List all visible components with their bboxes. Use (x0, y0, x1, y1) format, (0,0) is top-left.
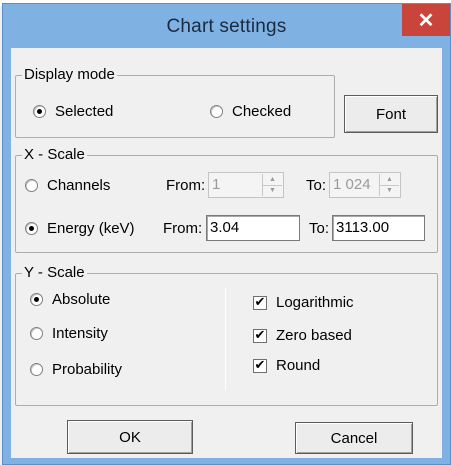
display-mode-group: Display mode Selected Checked (15, 66, 335, 138)
channels-from-spinner[interactable]: ▲ ▼ (262, 174, 282, 196)
ok-button[interactable]: OK (67, 420, 193, 454)
checkbox-logarithmic[interactable]: ✔ Logarithmic (253, 294, 354, 311)
channels-to-field[interactable]: 1 024 ▲ ▼ (329, 172, 401, 198)
cancel-button-label: Cancel (330, 429, 378, 447)
radio-probability-label: Probability (52, 361, 123, 378)
energy-to-field[interactable]: 3113.00 (332, 215, 425, 241)
radio-intensity[interactable]: Intensity (30, 325, 108, 342)
spin-up-icon[interactable]: ▲ (380, 174, 399, 185)
check-icon: ✔ (253, 294, 267, 310)
x-scale-legend: X - Scale (22, 146, 87, 164)
font-button[interactable]: Font (344, 95, 438, 133)
checkbox-round-label: Round (276, 357, 321, 374)
radio-channels[interactable]: Channels (25, 177, 110, 194)
radio-energy[interactable]: Energy (keV) (25, 220, 135, 237)
dialog-body: Display mode Selected Checked Font X - S… (11, 48, 442, 458)
radio-probability[interactable]: Probability (30, 361, 122, 378)
check-icon: ✔ (253, 357, 267, 373)
radio-absolute-label: Absolute (52, 291, 111, 308)
radio-intensity-label: Intensity (52, 325, 108, 342)
font-button-label: Font (375, 105, 406, 123)
close-icon: ✕ (417, 9, 435, 32)
radio-selected[interactable]: Selected (33, 103, 113, 120)
cancel-button[interactable]: Cancel (295, 422, 413, 454)
channels-to-value: 1 024 (333, 176, 371, 193)
channels-to-label: To: (306, 177, 327, 194)
ok-button-label: OK (119, 428, 141, 446)
y-scale-group: Y - Scale Absolute Intensity Probability… (15, 264, 438, 406)
radio-indicator (30, 363, 43, 376)
radio-energy-label: Energy (keV) (47, 220, 135, 237)
dialog-title: Chart settings (166, 16, 287, 37)
chart-settings-dialog: Chart settings ✕ Display mode Selected C… (2, 3, 451, 465)
checkbox-zero-based[interactable]: ✔ Zero based (253, 327, 352, 344)
radio-indicator (33, 105, 46, 118)
channels-to-spinner[interactable]: ▲ ▼ (379, 174, 399, 196)
radio-indicator (25, 179, 38, 192)
checkbox-zero-based-label: Zero based (276, 327, 352, 344)
energy-from-field[interactable]: 3.04 (206, 215, 300, 241)
radio-channels-label: Channels (47, 177, 111, 194)
radio-checked-label: Checked (232, 103, 292, 120)
energy-to-value: 3113.00 (336, 219, 390, 236)
y-scale-divider (225, 288, 226, 390)
check-icon: ✔ (253, 327, 267, 343)
checkbox-round[interactable]: ✔ Round (253, 357, 320, 374)
radio-indicator (25, 222, 38, 235)
channels-from-field[interactable]: 1 ▲ ▼ (208, 172, 284, 198)
radio-checked[interactable]: Checked (210, 103, 291, 120)
close-button[interactable]: ✕ (402, 4, 450, 36)
radio-indicator (210, 105, 223, 118)
x-scale-group: X - Scale Channels From: 1 ▲ ▼ To: 1 024… (15, 146, 438, 253)
channels-from-value: 1 (212, 176, 221, 193)
spin-up-icon[interactable]: ▲ (263, 174, 282, 185)
spin-down-icon[interactable]: ▼ (263, 184, 282, 197)
energy-from-label: From: (163, 220, 203, 237)
display-mode-legend: Display mode (22, 66, 117, 84)
radio-selected-label: Selected (55, 103, 114, 120)
y-scale-legend: Y - Scale (22, 264, 87, 282)
radio-indicator (30, 293, 43, 306)
title-bar[interactable]: Chart settings ✕ (3, 4, 450, 48)
radio-absolute[interactable]: Absolute (30, 291, 110, 308)
checkbox-logarithmic-label: Logarithmic (276, 294, 354, 311)
energy-to-label: To: (309, 220, 330, 237)
radio-indicator (30, 327, 43, 340)
spin-down-icon[interactable]: ▼ (380, 184, 399, 197)
channels-from-label: From: (166, 177, 206, 194)
energy-from-value: 3.04 (210, 219, 240, 236)
